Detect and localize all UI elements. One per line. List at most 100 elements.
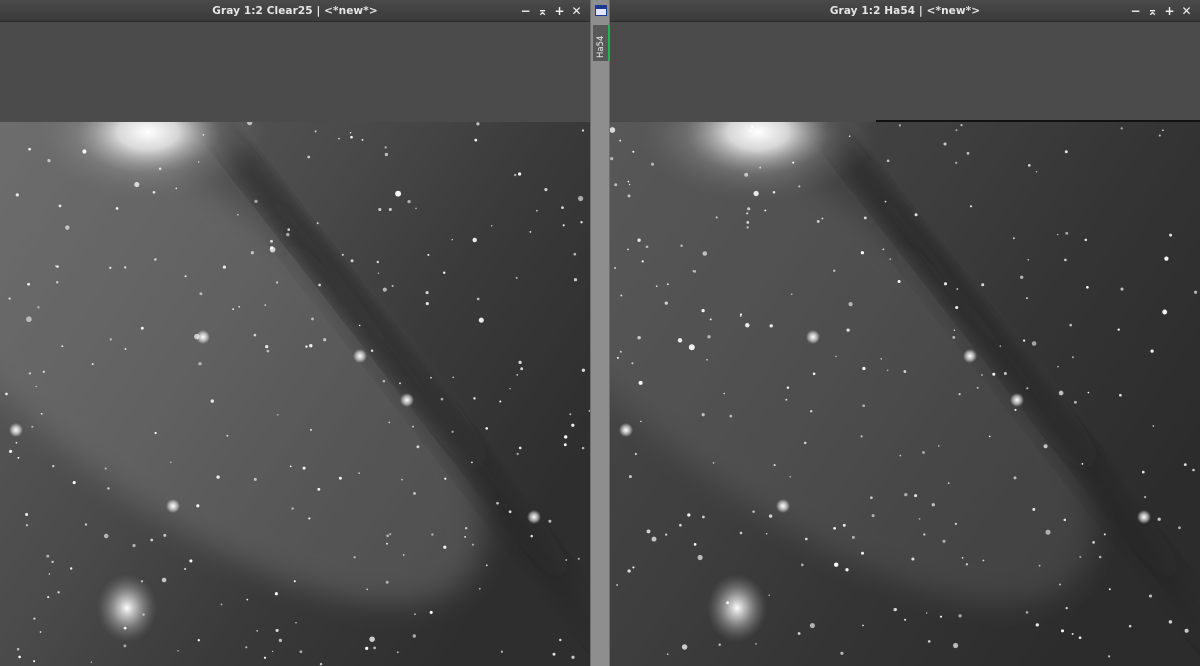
image-viewport-ha54[interactable] bbox=[610, 122, 1200, 666]
star bbox=[1061, 629, 1064, 633]
star bbox=[1065, 231, 1069, 235]
star bbox=[914, 494, 918, 498]
star bbox=[759, 166, 762, 169]
star bbox=[548, 519, 552, 523]
star bbox=[955, 161, 958, 165]
star bbox=[254, 199, 258, 204]
star bbox=[884, 200, 887, 203]
star bbox=[474, 138, 478, 142]
star bbox=[1078, 636, 1082, 640]
star bbox=[314, 130, 317, 133]
star bbox=[1143, 495, 1147, 499]
minimize-icon[interactable]: − bbox=[1128, 3, 1143, 19]
star bbox=[319, 662, 323, 666]
star bbox=[291, 507, 294, 510]
star bbox=[952, 336, 956, 339]
star bbox=[1014, 408, 1017, 411]
maximize-icon[interactable]: + bbox=[1162, 3, 1177, 19]
star bbox=[1183, 463, 1187, 466]
star bbox=[768, 594, 770, 597]
star bbox=[768, 514, 773, 518]
shade-icon[interactable]: ⌅ bbox=[1145, 3, 1160, 19]
star bbox=[958, 614, 962, 618]
star bbox=[925, 612, 928, 614]
star bbox=[1164, 256, 1169, 261]
star bbox=[189, 559, 193, 563]
star bbox=[922, 451, 925, 454]
star bbox=[1057, 365, 1059, 368]
star bbox=[927, 640, 931, 643]
star bbox=[196, 504, 200, 508]
star bbox=[992, 372, 996, 376]
star bbox=[318, 283, 321, 287]
star bbox=[518, 360, 522, 365]
star bbox=[386, 542, 388, 545]
star bbox=[1038, 564, 1041, 567]
star bbox=[376, 260, 380, 264]
star bbox=[388, 208, 392, 211]
star bbox=[47, 159, 51, 163]
star bbox=[412, 634, 416, 638]
star bbox=[1103, 533, 1106, 536]
star bbox=[848, 135, 851, 138]
star bbox=[1025, 297, 1029, 300]
star bbox=[451, 238, 453, 241]
star bbox=[1071, 632, 1074, 635]
star bbox=[718, 643, 721, 646]
star bbox=[897, 280, 901, 283]
star bbox=[665, 533, 668, 536]
star bbox=[28, 147, 31, 151]
window-titlebar[interactable]: Gray 1:2 Ha54 | <*new*> − ⌅ + ✕ bbox=[610, 0, 1200, 22]
window-titlebar[interactable]: Gray 1:2 Clear25 | <*new*> − ⌅ + ✕ bbox=[0, 0, 590, 22]
star bbox=[744, 172, 749, 177]
star bbox=[571, 655, 575, 659]
star bbox=[953, 642, 959, 649]
star bbox=[378, 207, 382, 212]
star bbox=[175, 187, 178, 190]
star bbox=[577, 195, 584, 202]
star bbox=[641, 260, 644, 263]
maximize-icon[interactable]: + bbox=[552, 3, 567, 19]
star bbox=[305, 345, 308, 348]
close-icon[interactable]: ✕ bbox=[569, 3, 584, 19]
star bbox=[559, 638, 562, 642]
star bbox=[140, 326, 144, 330]
star bbox=[955, 305, 959, 310]
window-icon[interactable] bbox=[595, 5, 607, 16]
star bbox=[1162, 309, 1168, 315]
image-window-ha54[interactable]: Gray 1:2 Ha54 | <*new*> − ⌅ + ✕ bbox=[610, 0, 1200, 666]
star bbox=[563, 443, 567, 447]
star bbox=[338, 137, 340, 140]
star bbox=[627, 248, 629, 251]
tab-ha54[interactable]: Ha54 bbox=[593, 25, 610, 61]
star bbox=[490, 225, 493, 227]
star bbox=[430, 376, 432, 379]
star bbox=[246, 598, 249, 601]
shade-icon[interactable]: ⌅ bbox=[535, 3, 550, 19]
star bbox=[943, 282, 948, 286]
close-icon[interactable]: ✕ bbox=[1179, 3, 1194, 19]
star bbox=[316, 222, 319, 225]
star bbox=[882, 248, 885, 251]
star bbox=[666, 283, 669, 286]
star bbox=[746, 226, 749, 229]
star bbox=[55, 281, 59, 284]
star bbox=[693, 543, 697, 546]
star bbox=[1194, 290, 1198, 294]
star bbox=[755, 643, 757, 645]
star bbox=[399, 382, 401, 385]
star bbox=[429, 610, 433, 614]
star bbox=[520, 367, 524, 371]
star bbox=[514, 173, 517, 177]
minimize-icon[interactable]: − bbox=[518, 3, 533, 19]
star bbox=[980, 374, 983, 376]
star bbox=[954, 522, 957, 525]
star bbox=[798, 185, 801, 188]
star bbox=[253, 477, 257, 481]
star bbox=[388, 421, 391, 424]
star bbox=[90, 661, 93, 663]
image-window-clear25[interactable]: Gray 1:2 Clear25 | <*new*> − ⌅ + ✕ bbox=[0, 0, 590, 666]
star bbox=[517, 172, 522, 176]
image-viewport-clear25[interactable] bbox=[0, 122, 590, 666]
star bbox=[729, 414, 733, 418]
